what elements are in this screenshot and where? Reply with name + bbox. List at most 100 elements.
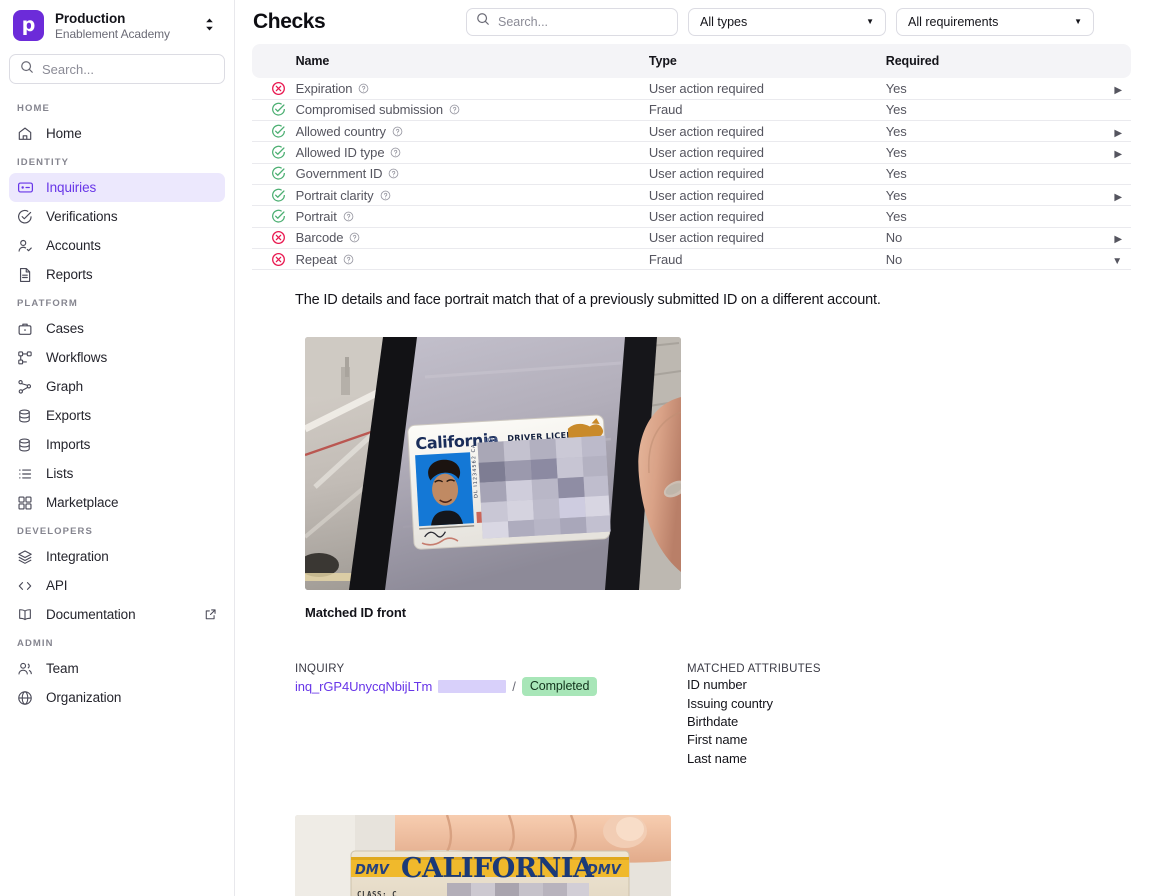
sidebar-search[interactable] bbox=[9, 54, 225, 84]
row-name-cell: Allowed ID type bbox=[295, 141, 649, 164]
table-row[interactable]: Allowed country User action required Yes… bbox=[252, 120, 1131, 143]
row-expand-cell[interactable] bbox=[1095, 99, 1131, 122]
row-required-cell: Yes bbox=[885, 141, 1096, 164]
help-icon[interactable] bbox=[343, 254, 354, 265]
org-subtitle: Enablement Academy bbox=[55, 26, 170, 41]
table-row[interactable]: Barcode User action required No ▶ bbox=[252, 227, 1131, 249]
check-name: Barcode bbox=[295, 230, 344, 246]
help-icon[interactable] bbox=[358, 83, 369, 94]
sidebar-item-reports[interactable]: Reports bbox=[9, 260, 225, 289]
row-expand-cell[interactable]: ▼ bbox=[1095, 248, 1131, 271]
expand-row-icon[interactable]: ▶ bbox=[1114, 85, 1122, 96]
column-expand bbox=[1095, 44, 1131, 78]
checks-search[interactable] bbox=[466, 7, 678, 36]
sidebar-item-documentation[interactable]: Documentation bbox=[9, 600, 225, 629]
sidebar-item-graph[interactable]: Graph bbox=[9, 372, 225, 401]
matched-id-back-image[interactable]: CALIFORNIA DMV DMV CLASS: C bbox=[295, 815, 671, 896]
row-expand-cell[interactable] bbox=[1095, 163, 1131, 185]
check-circle-icon bbox=[252, 209, 296, 224]
sidebar-item-verifications[interactable]: Verifications bbox=[9, 202, 225, 231]
error-circle-icon bbox=[252, 252, 296, 267]
matched-id-front-caption: Matched ID front bbox=[305, 605, 406, 621]
table-row[interactable]: Portrait clarity User action required Ye… bbox=[252, 184, 1131, 207]
table-row[interactable]: Portrait User action required Yes bbox=[252, 205, 1131, 228]
row-status-cell bbox=[252, 184, 296, 207]
table-row[interactable]: Repeat Fraud No ▼ bbox=[252, 248, 1131, 271]
sidebar-item-team[interactable]: Team bbox=[9, 654, 225, 683]
sidebar-item-label: Marketplace bbox=[46, 495, 119, 510]
expand-row-icon[interactable]: ▶ bbox=[1114, 149, 1122, 160]
row-name-cell: Barcode bbox=[295, 227, 649, 249]
matched-attribute-item: Birthdate bbox=[687, 713, 739, 729]
table-row[interactable]: Compromised submission Fraud Yes bbox=[252, 99, 1131, 122]
matched-id-front-image[interactable]: California USA DRIVER LICENSE DL I123456… bbox=[305, 337, 681, 591]
sidebar-item-label: Integration bbox=[46, 549, 109, 564]
sidebar-item-exports[interactable]: Exports bbox=[9, 401, 225, 430]
inquiry-id-link[interactable]: inq_rGP4UnycqNbijLTm bbox=[295, 679, 432, 694]
nav-section-platform: PLATFORM bbox=[17, 298, 78, 309]
table-row[interactable]: Allowed ID type User action required Yes… bbox=[252, 141, 1131, 164]
sidebar-item-cases[interactable]: Cases bbox=[9, 314, 225, 343]
row-expand-cell[interactable] bbox=[1095, 205, 1131, 228]
column-name: Name bbox=[295, 44, 649, 78]
type-filter-select[interactable]: All types ▼ bbox=[688, 7, 886, 36]
row-type-cell: Fraud bbox=[648, 248, 886, 271]
briefcase-icon bbox=[17, 321, 34, 337]
help-icon[interactable] bbox=[380, 190, 391, 201]
sidebar-item-accounts[interactable]: Accounts bbox=[9, 231, 225, 260]
help-icon[interactable] bbox=[343, 211, 354, 222]
matched-attributes-list: ID number Issuing country Birthdate First n… bbox=[687, 676, 1131, 768]
check-name: Expiration bbox=[295, 80, 353, 96]
expand-row-icon[interactable]: ▶ bbox=[1114, 128, 1122, 139]
expand-row-icon[interactable]: ▶ bbox=[1114, 192, 1122, 203]
row-expand-cell[interactable]: ▶ bbox=[1095, 184, 1131, 207]
row-expand-cell[interactable]: ▶ bbox=[1095, 120, 1131, 143]
sidebar-item-organization[interactable]: Organization bbox=[9, 683, 225, 712]
check-circle-icon bbox=[252, 145, 296, 160]
table-header: Name Type Required bbox=[252, 44, 1131, 78]
row-expand-cell[interactable]: ▶ bbox=[1095, 141, 1131, 164]
help-icon[interactable] bbox=[390, 147, 401, 158]
expand-row-icon[interactable]: ▶ bbox=[1114, 234, 1122, 245]
inquiry-id-redaction bbox=[438, 680, 507, 694]
sidebar-item-integration[interactable]: Integration bbox=[9, 542, 225, 571]
check-circle-icon bbox=[252, 188, 296, 203]
sidebar: p Production Enablement Academy Search..… bbox=[0, 0, 235, 896]
help-icon[interactable] bbox=[392, 126, 403, 137]
check-detail-panel: The ID details and face portrait match t… bbox=[235, 270, 1154, 896]
inquiry-label: INQUIRY bbox=[295, 663, 345, 676]
row-required-cell: Yes bbox=[885, 184, 1096, 207]
org-switcher[interactable]: p Production Enablement Academy bbox=[9, 0, 225, 50]
table-row[interactable]: Expiration User action required Yes ▶ bbox=[252, 78, 1131, 100]
search-icon bbox=[476, 12, 490, 31]
row-name-cell: Portrait bbox=[295, 205, 649, 228]
type-filter-value: All types bbox=[700, 14, 748, 29]
check-name: Compromised submission bbox=[295, 102, 443, 118]
sidebar-item-imports[interactable]: Imports bbox=[9, 430, 225, 459]
table-row[interactable]: Government ID User action required Yes bbox=[252, 163, 1131, 185]
id-card-icon bbox=[17, 179, 34, 196]
row-expand-cell[interactable]: ▶ bbox=[1095, 227, 1131, 249]
sidebar-item-home[interactable]: Home bbox=[9, 119, 225, 148]
row-name-cell: Expiration bbox=[295, 78, 649, 100]
help-icon[interactable] bbox=[449, 104, 460, 115]
sidebar-item-label: Cases bbox=[46, 321, 84, 336]
expand-collapse-icon[interactable]: ▼ bbox=[1112, 256, 1122, 267]
chevron-up-down-icon[interactable] bbox=[204, 17, 219, 35]
help-icon[interactable] bbox=[388, 168, 399, 179]
requirement-filter-select[interactable]: All requirements ▼ bbox=[896, 7, 1094, 36]
sidebar-item-api[interactable]: API bbox=[9, 571, 225, 600]
help-icon[interactable] bbox=[349, 232, 360, 243]
sidebar-search-input[interactable] bbox=[42, 61, 214, 77]
row-expand-cell[interactable]: ▶ bbox=[1095, 78, 1131, 100]
sidebar-item-lists[interactable]: Lists bbox=[9, 459, 225, 488]
nav-section-developers: DEVELOPERS bbox=[17, 526, 93, 537]
checks-search-input[interactable] bbox=[498, 14, 668, 29]
sidebar-item-workflows[interactable]: Workflows bbox=[9, 343, 225, 372]
row-status-cell bbox=[252, 78, 296, 100]
sidebar-item-marketplace[interactable]: Marketplace bbox=[9, 488, 225, 517]
external-link-icon bbox=[204, 608, 217, 621]
sidebar-item-inquiries[interactable]: Inquiries bbox=[9, 173, 225, 202]
checks-table-wrapper: Name Type Required Expiration User actio… bbox=[235, 44, 1154, 271]
sidebar-item-label: Accounts bbox=[46, 238, 101, 253]
